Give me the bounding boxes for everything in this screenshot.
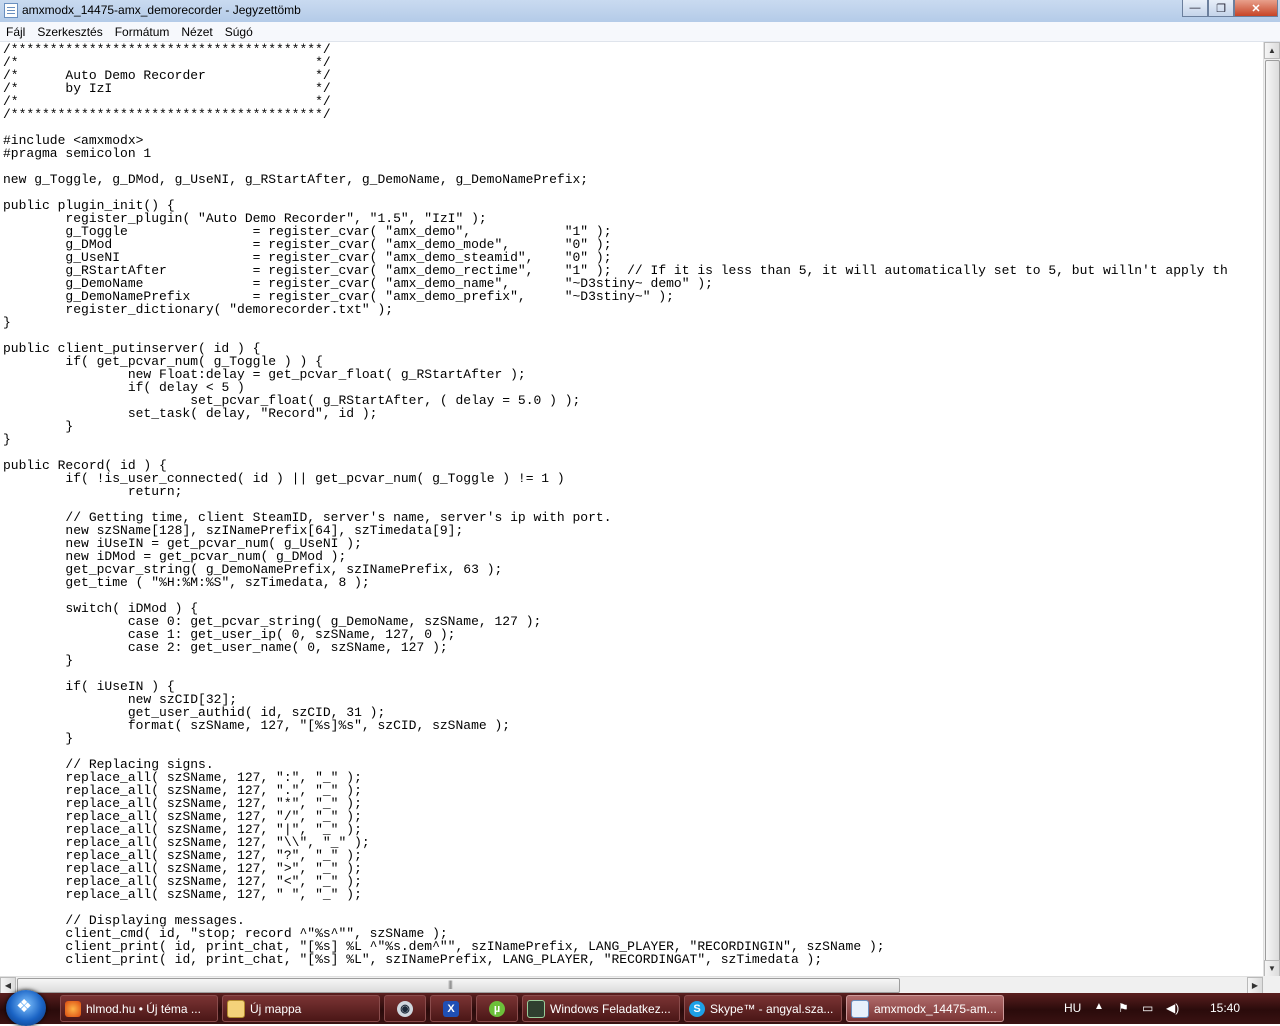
title-bar[interactable]: amxmodx_14475-amx_demorecorder - Jegyzet…	[0, 0, 1280, 23]
maximize-button[interactable]: ❐	[1208, 0, 1234, 17]
code-line: case 2: get_user_name( 0, szSName, 127 )…	[3, 640, 448, 655]
notepad-icon[interactable]	[4, 3, 18, 18]
task-manager-icon	[527, 999, 545, 1018]
code-line: get_time ( "%H:%M:%S", szTimedata, 8 );	[3, 575, 370, 590]
code-line: new g_Toggle, g_DMod, g_UseNI, g_RStartA…	[3, 172, 589, 187]
code-line: }	[3, 731, 74, 746]
menu-file[interactable]: Fájl	[0, 22, 31, 41]
taskbar-item-firefox[interactable]: hlmod.hu • Új téma ...	[60, 995, 218, 1022]
taskbar-item-app-x[interactable]: X	[430, 995, 472, 1022]
app-x-icon: X	[443, 1000, 459, 1017]
taskbar-item-label: hlmod.hu • Új téma ...	[86, 1001, 201, 1016]
menu-view[interactable]: Nézet	[175, 22, 218, 41]
text-editor[interactable]: /***************************************…	[0, 42, 1263, 977]
taskbar: hlmod.hu • Új téma ... Új mappa ◉ X µ Wi…	[0, 990, 1280, 1026]
scroll-corner	[1263, 976, 1280, 993]
vertical-scrollbar[interactable]: ▲ ▼	[1263, 42, 1280, 977]
code-line: }	[3, 432, 11, 447]
code-line: register_dictionary( "demorecorder.txt" …	[3, 302, 394, 317]
minimize-button[interactable]: —	[1182, 0, 1208, 17]
scroll-right-button[interactable]: ▶	[1247, 977, 1263, 994]
window-title: amxmodx_14475-amx_demorecorder - Jegyzet…	[22, 3, 301, 17]
volume-icon[interactable]: ◀)	[1166, 1001, 1179, 1015]
taskbar-item-notepad[interactable]: amxmodx_14475-am...	[846, 995, 1004, 1022]
network-icon[interactable]: ⚑	[1118, 1001, 1129, 1015]
window-controls: — ❐ ✕	[1182, 0, 1278, 18]
code-line: format( szSName, 127, "[%s]%s", szCID, s…	[3, 718, 511, 733]
code-line: if( !is_user_connected( id ) || get_pcva…	[3, 471, 565, 486]
taskbar-item-label: Windows Feladatkez...	[550, 1001, 671, 1016]
code-line: #include <amxmodx>	[3, 133, 144, 148]
code-line: client_print( id, print_chat, "[%s] %L",…	[3, 952, 823, 967]
system-tray: HU ▲ ⚑ ▭ ◀) 15:40	[1060, 993, 1280, 1024]
menu-help[interactable]: Súgó	[219, 22, 259, 41]
code-line: }	[3, 315, 11, 330]
code-line: set_task( delay, "Record", id );	[3, 406, 378, 421]
vertical-scroll-thumb[interactable]	[1265, 60, 1280, 970]
flag-icon[interactable]: ▭	[1142, 1001, 1153, 1015]
scroll-up-button[interactable]: ▲	[1264, 42, 1280, 59]
language-indicator[interactable]: HU	[1064, 1001, 1081, 1015]
folder-icon	[227, 999, 245, 1018]
taskbar-item-skype[interactable]: S Skype™ - angyal.sza...	[684, 995, 842, 1022]
notepad-icon	[851, 999, 869, 1018]
code-line: /***************************************…	[3, 107, 331, 122]
skype-icon: S	[689, 1000, 705, 1017]
show-hidden-icons-arrow[interactable]: ▲	[1094, 1001, 1104, 1012]
taskbar-item-label: Skype™ - angyal.sza...	[710, 1001, 834, 1016]
close-button[interactable]: ✕	[1234, 0, 1278, 17]
taskbar-item-steam[interactable]: ◉	[384, 995, 426, 1022]
menu-edit[interactable]: Szerkesztés	[31, 22, 108, 41]
code-line: #pragma semicolon 1	[3, 146, 152, 161]
code-line: replace_all( szSName, 127, " ", "_" );	[3, 887, 362, 902]
code-line: return;	[3, 484, 183, 499]
menu-format[interactable]: Formátum	[109, 22, 176, 41]
clock[interactable]: 15:40	[1210, 1001, 1240, 1015]
code-line: }	[3, 653, 74, 668]
scroll-left-button[interactable]: ◀	[0, 977, 16, 994]
steam-icon: ◉	[397, 1000, 413, 1017]
taskbar-item-folder[interactable]: Új mappa	[222, 995, 380, 1022]
taskbar-item-label: amxmodx_14475-am...	[874, 1001, 997, 1016]
taskbar-item-task-manager[interactable]: Windows Feladatkez...	[522, 995, 680, 1022]
taskbar-item-utorrent[interactable]: µ	[476, 995, 518, 1022]
taskbar-item-label: Új mappa	[250, 1001, 302, 1016]
horizontal-scroll-thumb[interactable]	[17, 978, 900, 993]
code-text[interactable]: /***************************************…	[0, 42, 1263, 966]
utorrent-icon: µ	[489, 1000, 505, 1017]
horizontal-scrollbar[interactable]: ◀ ▶	[0, 976, 1263, 994]
menu-bar: Fájl Szerkesztés Formátum Nézet Súgó	[0, 22, 1280, 42]
firefox-icon	[65, 1000, 81, 1017]
code-line: }	[3, 419, 74, 434]
scroll-down-button[interactable]: ▼	[1264, 960, 1280, 977]
start-button[interactable]	[6, 990, 46, 1026]
